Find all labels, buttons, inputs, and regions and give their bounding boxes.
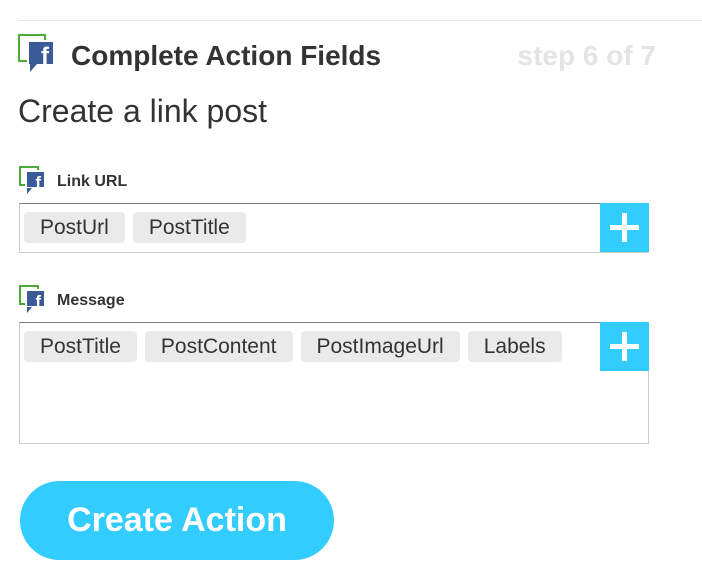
top-divider	[18, 20, 702, 21]
ingredient-pill[interactable]: PostUrl	[24, 212, 125, 243]
facebook-pages-icon: f	[18, 34, 60, 74]
ingredient-pill[interactable]: PostTitle	[132, 212, 246, 243]
link-url-field[interactable]: PostUrl PostTitle	[19, 203, 649, 253]
section-title: Complete Action Fields	[71, 40, 382, 71]
link-url-ingredients: PostUrl PostTitle	[24, 212, 592, 243]
ingredient-pill[interactable]: PostContent	[144, 331, 293, 362]
create-action-button[interactable]: Create Action	[20, 481, 334, 560]
action-title: Create a link post	[18, 93, 268, 129]
add-ingredient-button[interactable]	[600, 322, 649, 371]
message-ingredients: PostTitle PostContent PostImageUrl Label…	[24, 331, 592, 362]
message-field[interactable]: PostTitle PostContent PostImageUrl Label…	[19, 322, 649, 444]
link-url-label: Link URL	[57, 173, 128, 190]
ingredient-pill[interactable]: PostTitle	[24, 331, 137, 362]
message-label: Message	[57, 292, 125, 309]
facebook-pages-icon: f	[19, 166, 49, 194]
plus-icon	[610, 332, 639, 361]
step-indicator: step 6 of 7	[517, 40, 656, 71]
facebook-pages-icon: f	[19, 285, 49, 313]
ingredient-pill[interactable]: PostImageUrl	[300, 331, 460, 362]
add-ingredient-button[interactable]	[600, 203, 649, 252]
ingredient-pill[interactable]: Labels	[467, 331, 562, 362]
plus-icon	[610, 213, 639, 242]
